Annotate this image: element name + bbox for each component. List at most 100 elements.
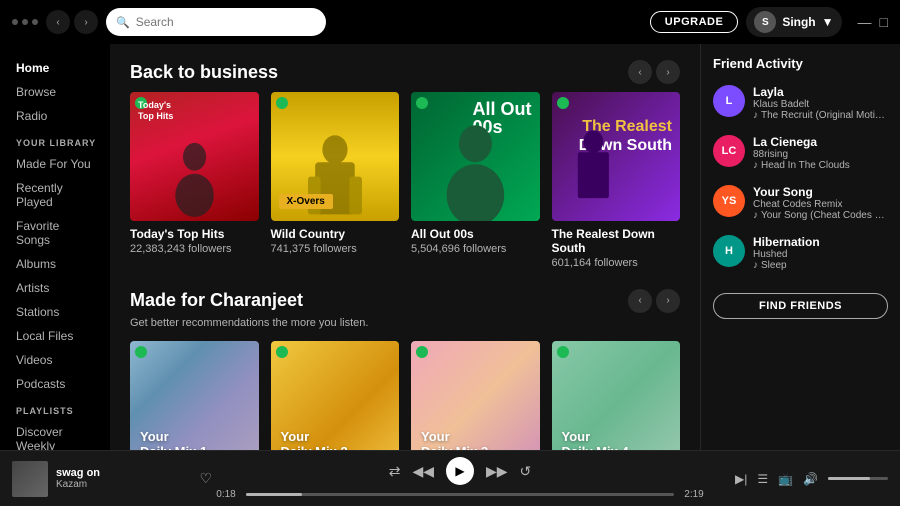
friend-track-name: Head In The Clouds bbox=[761, 160, 850, 171]
player-controls: ⇄ ◀◀ ▶ ▶▶ ↺ bbox=[389, 457, 532, 485]
next-track-icon[interactable]: ▶▶ bbox=[486, 463, 508, 480]
volume-icon[interactable]: 🔊 bbox=[803, 472, 818, 486]
upgrade-button[interactable]: UPGRADE bbox=[650, 11, 739, 33]
made-for-title: Made for Charanjeet bbox=[130, 290, 303, 311]
made-for-cards: YourDaily Mix 1 Daily Mix 1 YourDaily Mi… bbox=[130, 341, 680, 451]
minimize-icon[interactable]: — bbox=[858, 14, 872, 30]
play-button[interactable]: ▶ bbox=[446, 457, 474, 485]
player-track-info: swag on Kazam bbox=[56, 467, 191, 490]
player-right: ▶| ☰ 📺 🔊 bbox=[708, 472, 888, 486]
user-name-label: Singh bbox=[782, 15, 815, 29]
avatar: S bbox=[754, 11, 776, 33]
close-icon[interactable]: □ bbox=[880, 14, 888, 30]
friend-artist: Klaus Badelt bbox=[753, 99, 888, 110]
sidebar-item-local-files[interactable]: Local Files bbox=[8, 324, 102, 348]
spotify-icon bbox=[557, 346, 569, 358]
window-controls: — □ bbox=[858, 14, 888, 30]
back-to-business-header: Back to business ‹ › bbox=[130, 60, 680, 84]
friend-artist: Cheat Codes Remix bbox=[753, 199, 888, 210]
playlists-label: PLAYLISTS bbox=[16, 406, 102, 416]
friend-name: Layla bbox=[753, 85, 888, 99]
spotify-icon bbox=[276, 97, 288, 109]
repeat-icon[interactable]: ↺ bbox=[520, 463, 532, 480]
nav-forward-button[interactable]: › bbox=[74, 10, 98, 34]
search-bar[interactable]: 🔍 bbox=[106, 8, 326, 36]
btb-prev-button[interactable]: ‹ bbox=[628, 60, 652, 84]
sidebar-item-videos[interactable]: Videos bbox=[8, 348, 102, 372]
current-time: 0:18 bbox=[212, 489, 240, 500]
lyrics-icon[interactable]: ▶| bbox=[735, 472, 747, 486]
daily-mix-3-label: YourDaily Mix 3 bbox=[421, 430, 488, 450]
sidebar: Home Browse Radio YOUR LIBRARY Made For … bbox=[0, 44, 110, 450]
sidebar-item-stations[interactable]: Stations bbox=[8, 300, 102, 324]
friend-track-name: Your Song (Cheat Codes Remix) bbox=[761, 210, 888, 221]
window-dots bbox=[12, 19, 38, 25]
friend-info: Your Song Cheat Codes Remix ♪ Your Song … bbox=[753, 185, 888, 221]
total-time: 2:19 bbox=[680, 489, 708, 500]
card-daily-mix-1[interactable]: YourDaily Mix 1 Daily Mix 1 bbox=[130, 341, 259, 451]
find-friends-button[interactable]: FIND FRIENDS bbox=[713, 293, 888, 319]
queue-icon[interactable]: ☰ bbox=[757, 472, 768, 486]
friend-track: ♪ Head In The Clouds bbox=[753, 160, 888, 171]
card-top-hits[interactable]: Today'sTop Hits Today's Top Hits 22,383,… bbox=[130, 92, 259, 269]
avatar: LC bbox=[713, 135, 745, 167]
card-wild-country[interactable]: X-Overs Wild Country 741,375 followers bbox=[271, 92, 400, 269]
card-realest-down-south[interactable]: The RealestDown South The Realest Down S… bbox=[552, 92, 681, 269]
cover-illustration bbox=[156, 124, 233, 220]
back-to-business-cards: Today'sTop Hits Today's Top Hits 22,383,… bbox=[130, 92, 680, 269]
volume-bar[interactable] bbox=[828, 477, 888, 480]
user-menu[interactable]: S Singh ▼ bbox=[746, 7, 841, 37]
sidebar-item-made-for-you[interactable]: Made For You bbox=[8, 152, 102, 176]
daily-mix-4-label: YourDaily Mix 4 bbox=[562, 430, 629, 450]
sidebar-item-favorite-songs[interactable]: Favorite Songs bbox=[8, 214, 102, 252]
prev-track-icon[interactable]: ◀◀ bbox=[412, 463, 434, 480]
friend-artist: Hushed bbox=[753, 249, 888, 260]
player-artist: Kazam bbox=[56, 479, 191, 490]
search-input[interactable] bbox=[136, 15, 316, 29]
sidebar-item-artists[interactable]: Artists bbox=[8, 276, 102, 300]
spotify-icon bbox=[276, 346, 288, 358]
friend-track-name: Sleep bbox=[761, 260, 787, 271]
sidebar-item-podcasts[interactable]: Podcasts bbox=[8, 372, 102, 396]
daily-mix-1-label: YourDaily Mix 1 bbox=[140, 430, 207, 450]
daily-mix-2-label: YourDaily Mix 2 bbox=[281, 430, 348, 450]
spotify-icon bbox=[416, 346, 428, 358]
top-hits-cover-text: Today'sTop Hits bbox=[138, 100, 173, 122]
spotify-icon bbox=[416, 97, 428, 109]
sidebar-item-discover-weekly[interactable]: Discover Weekly bbox=[8, 420, 102, 450]
friend-track: ♪ The Recruit (Original Motion Picture..… bbox=[753, 110, 888, 121]
sidebar-item-browse[interactable]: Browse bbox=[8, 80, 102, 104]
mf-prev-button[interactable]: ‹ bbox=[628, 289, 652, 313]
sidebar-item-home[interactable]: Home bbox=[8, 56, 102, 80]
music-note-icon: ♪ bbox=[753, 160, 758, 171]
xovers-badge: X-Overs bbox=[279, 194, 333, 209]
made-for-subtitle: Get better recommendations the more you … bbox=[130, 317, 680, 329]
progress-bar[interactable] bbox=[246, 493, 674, 496]
nav-back-button[interactable]: ‹ bbox=[46, 10, 70, 34]
card-subtitle: 5,504,696 followers bbox=[411, 243, 540, 255]
sidebar-item-radio[interactable]: Radio bbox=[8, 104, 102, 128]
card-daily-mix-2[interactable]: YourDaily Mix 2 Daily Mix 2 bbox=[271, 341, 400, 451]
card-daily-mix-4[interactable]: YourDaily Mix 4 Daily Mix 4 bbox=[552, 341, 681, 451]
player-track-name: swag on bbox=[56, 467, 191, 479]
sidebar-item-albums[interactable]: Albums bbox=[8, 252, 102, 276]
shuffle-icon[interactable]: ⇄ bbox=[389, 463, 401, 480]
btb-next-button[interactable]: › bbox=[656, 60, 680, 84]
progress-fill bbox=[246, 493, 302, 496]
player-album-art bbox=[12, 461, 48, 497]
section-nav-btb: ‹ › bbox=[628, 60, 680, 84]
card-daily-mix-3[interactable]: YourDaily Mix 3 Daily Mix 3 bbox=[411, 341, 540, 451]
avatar: H bbox=[713, 235, 745, 267]
mf-next-button[interactable]: › bbox=[656, 289, 680, 313]
friend-item-layla: L Layla Klaus Badelt ♪ The Recruit (Orig… bbox=[713, 85, 888, 121]
card-all-out-00s[interactable]: All Out00s All Out 00s 5,504,696 followe… bbox=[411, 92, 540, 269]
friend-track: ♪ Your Song (Cheat Codes Remix) bbox=[753, 210, 888, 221]
card-subtitle: 22,383,243 followers bbox=[130, 243, 259, 255]
heart-icon[interactable]: ♡ bbox=[199, 470, 212, 487]
friend-artist: 88rising bbox=[753, 149, 888, 160]
friend-track-name: The Recruit (Original Motion Picture... bbox=[761, 110, 888, 121]
sidebar-item-recently-played[interactable]: Recently Played bbox=[8, 176, 102, 214]
devices-icon[interactable]: 📺 bbox=[778, 472, 793, 486]
player-left: swag on Kazam ♡ bbox=[12, 461, 212, 497]
friend-info: La Cienega 88rising ♪ Head In The Clouds bbox=[753, 135, 888, 171]
